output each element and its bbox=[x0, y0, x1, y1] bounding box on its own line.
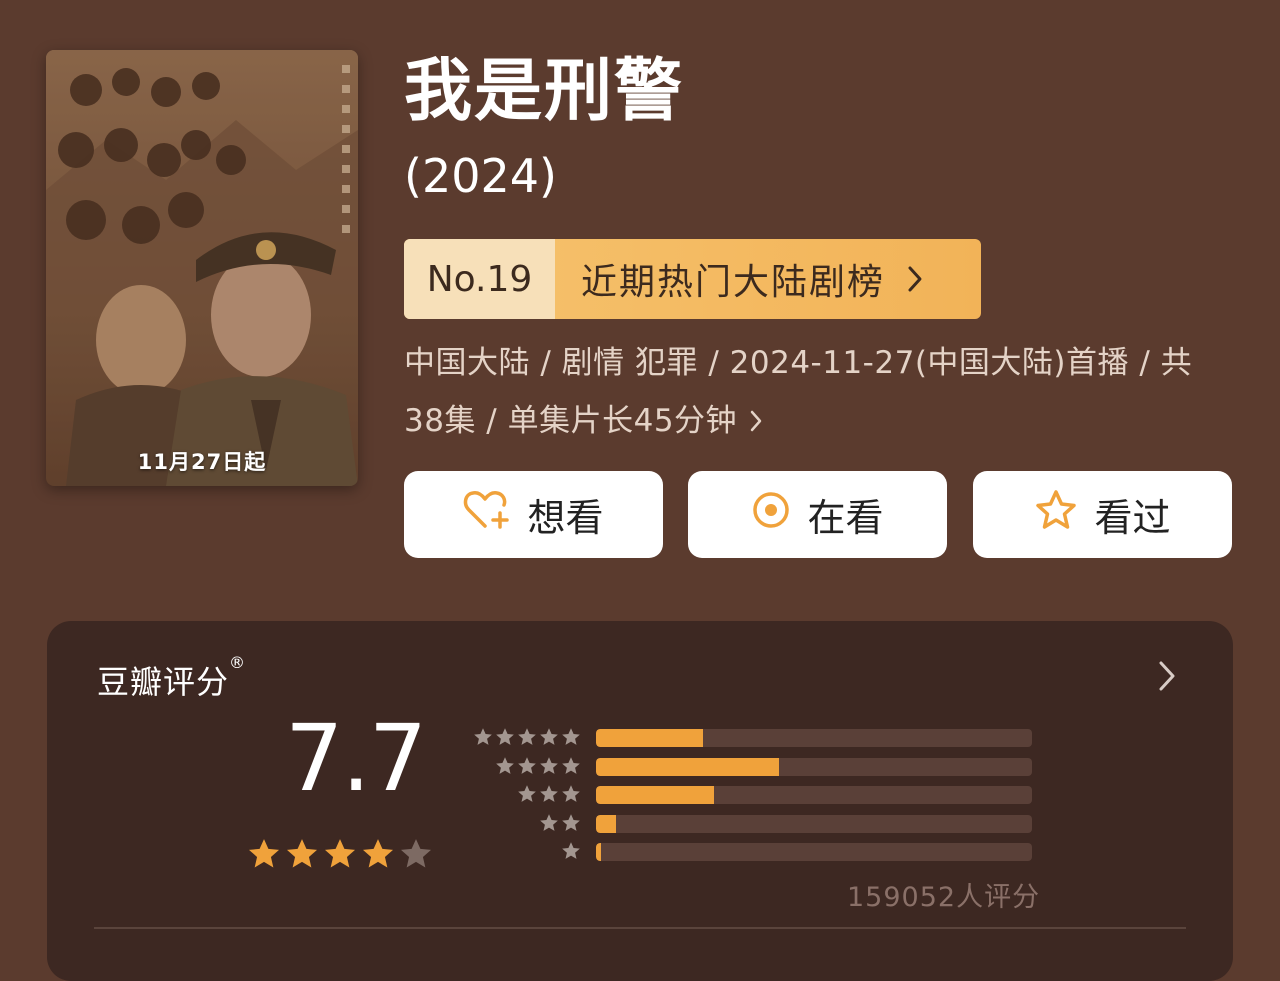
star-small-icon bbox=[561, 841, 581, 865]
rank-list: 近期热门大陆剧榜 bbox=[555, 239, 981, 319]
star-filled-icon bbox=[323, 837, 357, 875]
star-filled-icon bbox=[285, 837, 319, 875]
rating-bar-track bbox=[596, 729, 1032, 747]
watched-label: 看过 bbox=[1094, 496, 1171, 540]
rating-title: 豆瓣评分® bbox=[97, 653, 246, 703]
rating-bar-track bbox=[596, 814, 1032, 833]
star-small-icon bbox=[539, 784, 559, 808]
star-filled-icon bbox=[247, 837, 281, 875]
show-meta[interactable]: 中国大陆 / 剧情 犯罪 / 2024-11-27(中国大陆)首播 / 共 38… bbox=[404, 334, 1244, 452]
meta-line-2: 38集 / 单集片长45分钟 bbox=[404, 403, 738, 439]
watched-button[interactable]: 看过 bbox=[973, 471, 1232, 558]
star-small-icon bbox=[561, 756, 581, 780]
rank-banner[interactable]: No.19 近期热门大陆剧榜 bbox=[404, 239, 981, 319]
rating-row-stars bbox=[517, 784, 581, 808]
rating-bar-track bbox=[596, 757, 1032, 776]
rating-row-stars bbox=[473, 727, 581, 751]
rating-row-stars bbox=[539, 813, 581, 837]
star-small-icon bbox=[517, 756, 537, 780]
show-title: 我是刑警 bbox=[404, 52, 685, 131]
chevron-right-icon bbox=[749, 394, 763, 452]
rating-row-stars bbox=[561, 841, 581, 865]
star-filled-icon bbox=[361, 837, 395, 875]
rating-title-text: 豆瓣评分 bbox=[97, 663, 230, 701]
want-to-watch-label: 想看 bbox=[527, 496, 604, 540]
rating-score: 7.7 bbox=[285, 705, 427, 812]
rating-count: 159052人评分 bbox=[847, 882, 1041, 913]
watching-label: 在看 bbox=[807, 496, 884, 540]
rating-distribution-row-1 bbox=[467, 839, 1033, 863]
star-outline-icon bbox=[1034, 489, 1078, 540]
rating-bar-fill bbox=[596, 843, 602, 861]
rating-bar-fill bbox=[596, 729, 703, 747]
rating-distribution-row-4 bbox=[467, 754, 1033, 778]
heart-plus-icon bbox=[463, 489, 511, 540]
registered-mark: ® bbox=[229, 653, 247, 672]
rating-bar-track bbox=[596, 843, 1032, 861]
rating-bar-fill bbox=[596, 786, 714, 804]
divider bbox=[94, 927, 1186, 929]
star-small-icon bbox=[517, 784, 537, 808]
rank-number: No.19 bbox=[404, 239, 555, 319]
rating-bar-fill bbox=[596, 814, 616, 833]
rating-distribution-row-5 bbox=[467, 725, 1033, 749]
star-empty-icon bbox=[399, 837, 433, 875]
rating-bar-fill bbox=[596, 757, 780, 776]
target-circle-icon bbox=[751, 490, 791, 539]
meta-line-2-wrap: 38集 / 单集片长45分钟 bbox=[404, 392, 1244, 452]
want-to-watch-button[interactable]: 想看 bbox=[404, 471, 663, 558]
star-small-icon bbox=[495, 756, 515, 780]
star-small-icon bbox=[561, 727, 581, 751]
star-small-icon bbox=[561, 784, 581, 808]
meta-line-1: 中国大陆 / 剧情 犯罪 / 2024-11-27(中国大陆)首播 / 共 bbox=[404, 345, 1193, 381]
star-small-icon bbox=[539, 727, 559, 751]
star-small-icon bbox=[539, 756, 559, 780]
rating-distribution-row-3 bbox=[467, 782, 1033, 806]
star-small-icon bbox=[561, 813, 581, 837]
chevron-right-icon bbox=[907, 265, 923, 293]
star-small-icon bbox=[495, 727, 515, 751]
chevron-right-icon[interactable] bbox=[1157, 659, 1177, 697]
rating-card[interactable]: 豆瓣评分® 7.7 159052人评分 bbox=[47, 621, 1233, 981]
watching-button[interactable]: 在看 bbox=[688, 471, 947, 558]
poster-image[interactable]: 11月27日起 bbox=[46, 50, 358, 486]
star-small-icon bbox=[539, 813, 559, 837]
rating-distribution-row-2 bbox=[467, 811, 1033, 835]
rating-bar-track bbox=[596, 786, 1032, 804]
star-small-icon bbox=[473, 727, 493, 751]
score-stars bbox=[247, 837, 433, 875]
rating-row-stars bbox=[495, 756, 581, 780]
show-year: (2024) bbox=[404, 149, 557, 203]
star-small-icon bbox=[517, 727, 537, 751]
poster-artwork bbox=[46, 50, 358, 486]
rank-list-name: 近期热门大陆剧榜 bbox=[581, 262, 886, 303]
poster-date-text: 11月27日起 bbox=[137, 450, 267, 474]
